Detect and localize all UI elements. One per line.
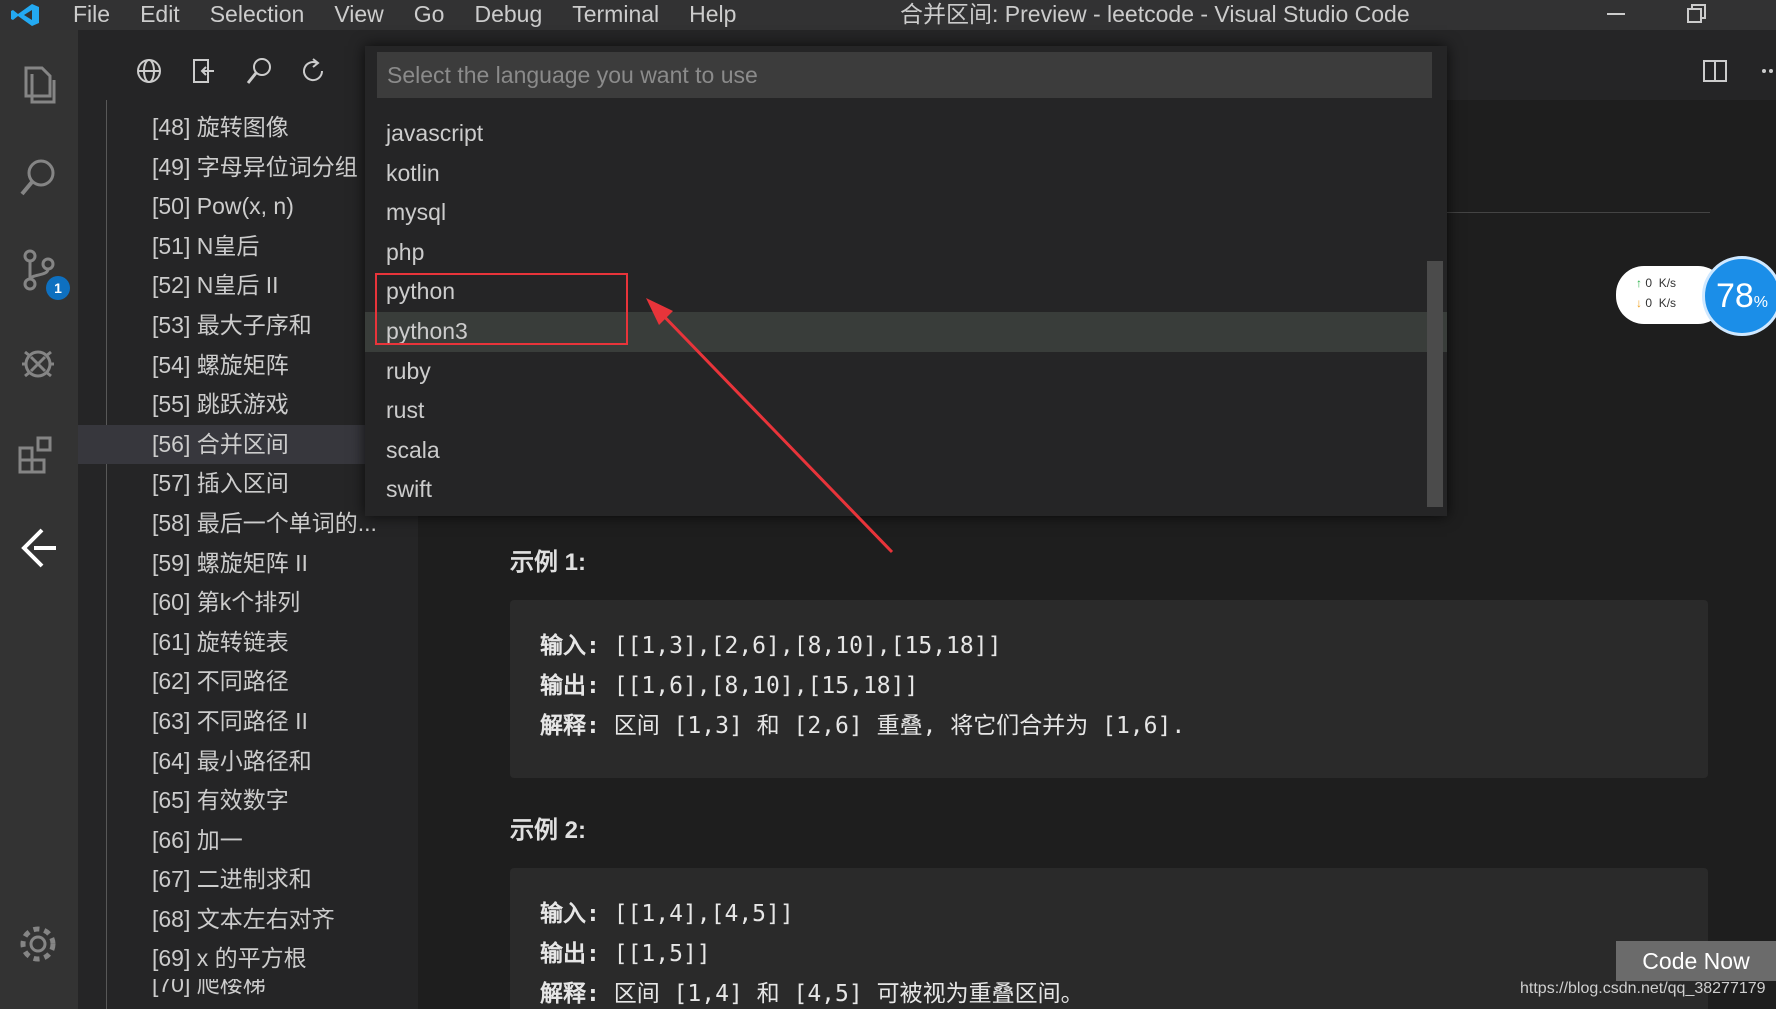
cpu-gauge[interactable]: 78% (1702, 256, 1776, 336)
upload-speed: 0 (1645, 276, 1653, 290)
annotation-arrow-icon (646, 298, 894, 554)
download-speed: 0 (1645, 296, 1653, 310)
watermark: https://blog.csdn.net/qq_38277179 (1520, 980, 1766, 997)
code-now-button[interactable]: Code Now (1616, 941, 1776, 981)
upload-arrow-icon: ↑ (1636, 276, 1642, 290)
download-arrow-icon: ↓ (1636, 296, 1642, 310)
